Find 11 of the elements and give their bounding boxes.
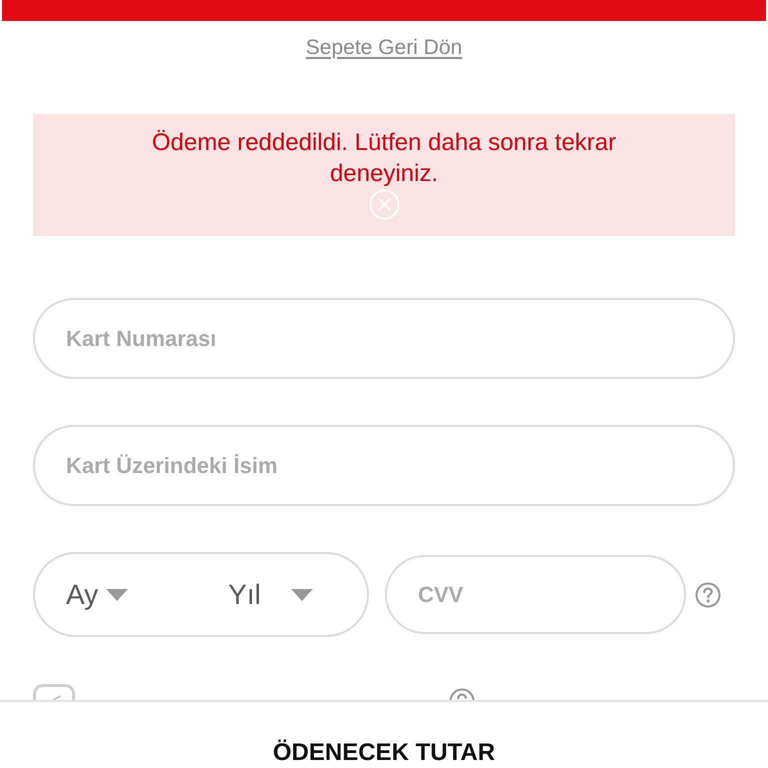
text-input-field[interactable]: Kart Üzerindeki İsim <box>33 425 735 506</box>
text-input-field[interactable]: Kart Numarası <box>33 298 735 379</box>
help-icon[interactable] <box>449 688 475 701</box>
amount-due-heading: ÖDENECEK TUTAR <box>272 739 496 767</box>
month-select[interactable]: Ay <box>66 578 128 610</box>
year-select[interactable]: Yıl <box>228 578 313 610</box>
help-icon[interactable] <box>695 582 721 608</box>
caret-icon <box>106 588 128 600</box>
cvv-input-field[interactable]: CVV <box>385 555 686 634</box>
caret-icon <box>290 588 313 600</box>
error-message: Ödeme reddedildi. Lütfen daha sonra tekrar deneyiniz. <box>150 128 618 189</box>
